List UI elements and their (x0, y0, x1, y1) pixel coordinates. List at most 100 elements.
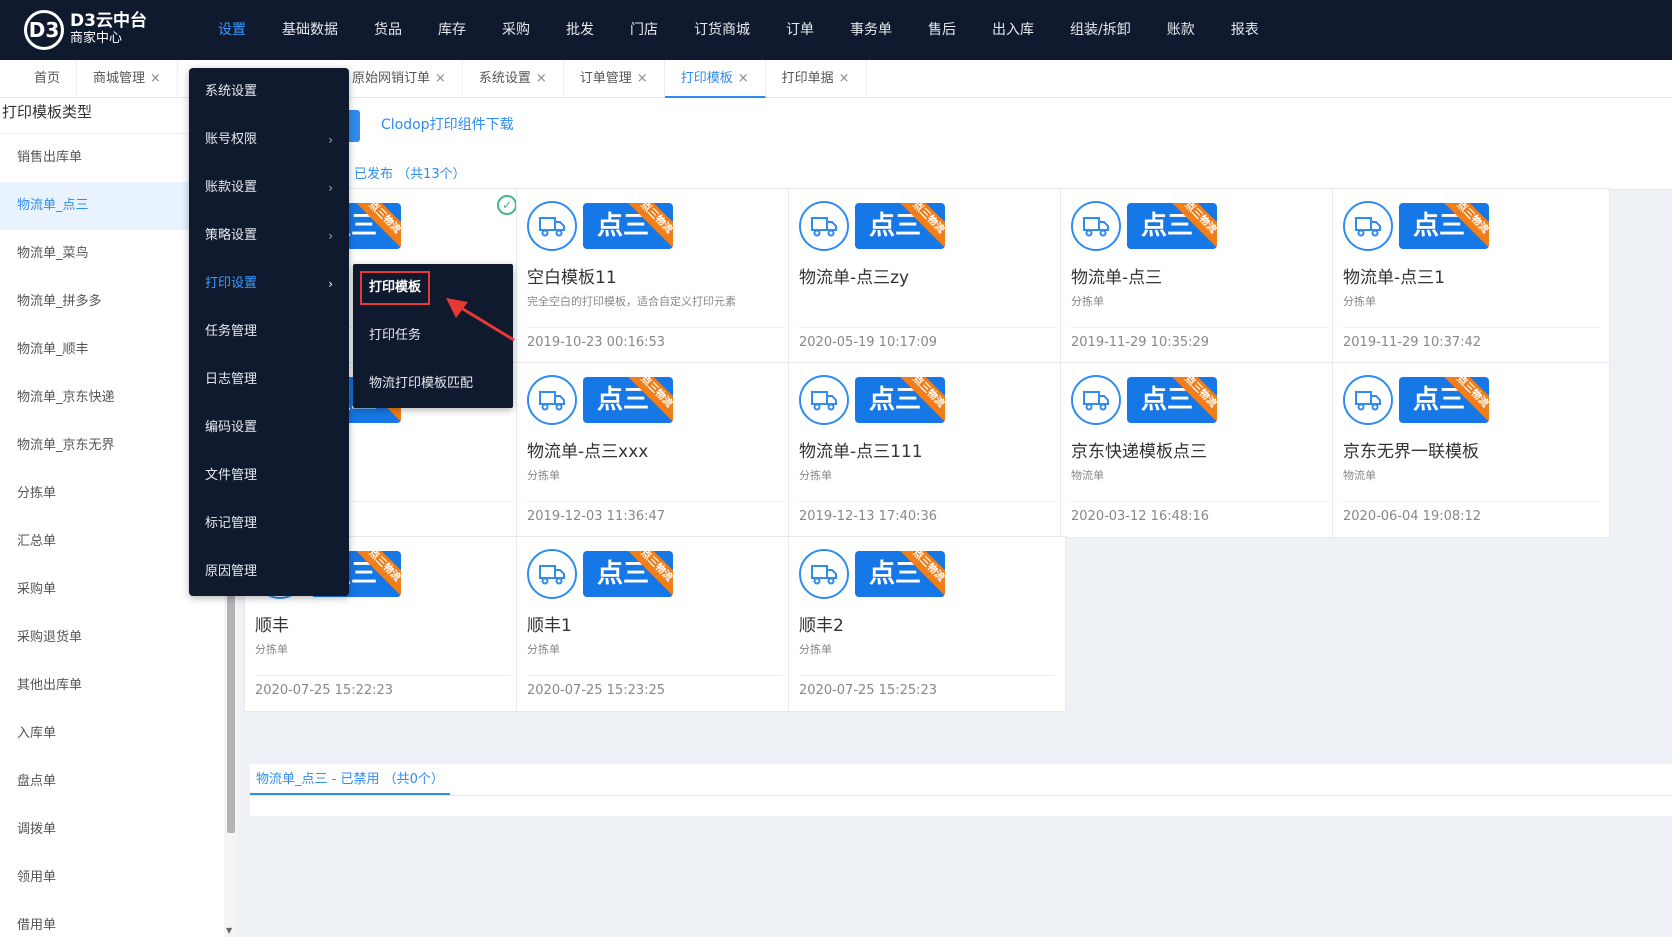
sidebar-item[interactable]: 采购退货单 (0, 614, 237, 662)
nav-item-2[interactable]: 货品 (356, 0, 420, 60)
menu-item-6[interactable]: 日志管理 (189, 356, 349, 404)
card-divider (1071, 327, 1327, 328)
clodop-download-link[interactable]: Clodop打印组件下载 (381, 114, 514, 134)
default-check-icon: ✓ (497, 195, 517, 215)
sidebar-item[interactable]: 调拨单 (0, 806, 237, 854)
nav-item-0[interactable]: 设置 (200, 0, 264, 60)
truck-icon (527, 549, 577, 599)
app-logo[interactable]: D3 D3云中台 商家中心 (0, 10, 200, 50)
card-icons: 点三点三物流 (799, 549, 945, 599)
card-subtitle: 分拣单 (799, 469, 832, 482)
menu-item-10[interactable]: 原因管理 (189, 548, 349, 596)
close-icon[interactable]: × (738, 71, 749, 86)
template-card[interactable]: 点三 点三物流 顺丰2 分拣单 2020-07-25 15:25:23 (788, 536, 1066, 712)
template-card[interactable]: 点三 点三物流 京东快递模板点三 物流单 2020-03-12 16:48:16 (1060, 362, 1338, 538)
card-divider (799, 675, 1055, 676)
template-card[interactable]: 点三 点三物流 顺丰1 分拣单 2020-07-25 15:23:25 (516, 536, 794, 712)
menu-item-8[interactable]: 文件管理 (189, 452, 349, 500)
close-icon[interactable]: × (150, 71, 161, 86)
template-card[interactable]: 点三 点三物流 物流单-点三xxx 分拣单 2019-12-03 11:36:47 (516, 362, 794, 538)
close-icon[interactable]: × (637, 71, 648, 86)
disabled-tab[interactable]: 物流单_点三 - 已禁用 （共0个） (250, 768, 450, 795)
template-card[interactable]: 点三 点三物流 空白模板11 完全空白的打印模板，适合自定义打印元素 2019-10-2… (516, 188, 794, 364)
dian-san-logo-icon: 点三点三物流 (1127, 377, 1217, 423)
tab-3[interactable]: 系统设置 × (463, 60, 564, 98)
card-divider (527, 675, 783, 676)
card-title: 顺丰2 (799, 616, 844, 636)
dian-san-logo-icon: 点三点三物流 (1399, 377, 1489, 423)
nav-item-9[interactable]: 事务单 (832, 0, 910, 60)
card-title: 顺丰1 (527, 616, 572, 636)
tab-4[interactable]: 订单管理 × (564, 60, 665, 98)
chevron-right-icon: › (328, 133, 333, 147)
tab-2[interactable]: 原始网销订单 × (336, 60, 463, 98)
card-divider (799, 327, 1055, 328)
sidebar-item[interactable]: 借用单 (0, 902, 237, 937)
nav-item-14[interactable]: 报表 (1213, 0, 1277, 60)
card-subtitle: 物流单 (1071, 469, 1104, 482)
card-date: 2020-07-25 15:23:25 (527, 683, 666, 698)
brand-name: D3云中台 (70, 11, 147, 31)
template-card[interactable]: 点三 点三物流 物流单-点三1 分拣单 2019-11-29 10:37:42 (1332, 188, 1610, 364)
tab-label: 打印模板 (680, 71, 733, 86)
nav-item-1[interactable]: 基础数据 (264, 0, 356, 60)
chevron-right-icon: › (328, 229, 333, 243)
nav-item-3[interactable]: 库存 (420, 0, 484, 60)
menu-item-label: 账号权限 (205, 132, 258, 147)
card-icons: 点三点三物流 (799, 201, 945, 251)
menu-item-4[interactable]: 打印设置 › (189, 260, 349, 308)
published-tab[interactable]: 已发布 （共13个） (348, 163, 472, 190)
menu-item-2[interactable]: 账款设置 › (189, 164, 349, 212)
card-title: 空白模板11 (527, 268, 617, 288)
sidebar-item[interactable]: 其他出库单 (0, 662, 237, 710)
truck-icon (1071, 201, 1121, 251)
toolbar: Clodop打印组件下载 (238, 98, 1672, 160)
main-content: Clodop打印组件下载 已发布 （共13个） ✓ 点三 点三物流 点三 点三物流 空白模… (238, 98, 1672, 937)
close-icon[interactable]: × (536, 71, 547, 86)
menu-item-label: 编码设置 (205, 420, 258, 435)
card-date: 2020-03-12 16:48:16 (1071, 509, 1210, 524)
card-date: 2019-12-03 11:36:47 (527, 509, 666, 524)
card-divider (527, 501, 783, 502)
tab-0[interactable]: 首页 (18, 60, 78, 98)
menu-item-3[interactable]: 策略设置 › (189, 212, 349, 260)
template-card[interactable]: 点三 点三物流 物流单-点三zy 2020-05-19 10:17:09 (788, 188, 1066, 364)
card-title: 物流单-点三 (1071, 268, 1163, 288)
truck-icon (799, 549, 849, 599)
card-title: 物流单-点三111 (799, 442, 923, 462)
sidebar-item[interactable]: 盘点单 (0, 758, 237, 806)
main-nav: 设置 基础数据 货品 库存 采购 批发 门店 订货商城 订单 事务单 售后 出入库 组装/拆卸 账款 报表 (200, 0, 1277, 60)
dian-san-logo-icon: 点三点三物流 (583, 551, 673, 597)
annotation-arrow-icon (446, 298, 515, 342)
sidebar-item[interactable]: 入库单 (0, 710, 237, 758)
tab-6[interactable]: 打印单据 × (766, 60, 867, 98)
card-divider (255, 675, 511, 676)
menu-item-1[interactable]: 账号权限 › (189, 116, 349, 164)
menu-item-0[interactable]: 系统设置 (189, 68, 349, 116)
submenu-item-2[interactable]: 物流打印模板匹配 (353, 360, 513, 408)
nav-item-13[interactable]: 账款 (1149, 0, 1213, 60)
nav-item-5[interactable]: 批发 (548, 0, 612, 60)
nav-item-10[interactable]: 售后 (910, 0, 974, 60)
close-icon[interactable]: × (839, 71, 850, 86)
nav-item-11[interactable]: 出入库 (974, 0, 1052, 60)
nav-item-6[interactable]: 门店 (612, 0, 676, 60)
tab-1[interactable]: 商城管理 × (77, 60, 178, 98)
nav-item-8[interactable]: 订单 (768, 0, 832, 60)
nav-item-12[interactable]: 组装/拆卸 (1052, 0, 1149, 60)
nav-item-7[interactable]: 订货商城 (676, 0, 768, 60)
scroll-down-icon[interactable]: ▼ (226, 926, 232, 935)
published-section-header: 已发布 （共13个） (250, 160, 1672, 190)
nav-item-4[interactable]: 采购 (484, 0, 548, 60)
template-card[interactable]: 点三 点三物流 物流单-点三111 分拣单 2019-12-13 17:40:36 (788, 362, 1066, 538)
menu-item-5[interactable]: 任务管理 (189, 308, 349, 356)
close-icon[interactable]: × (435, 71, 446, 86)
template-card[interactable]: 点三 点三物流 物流单-点三 分拣单 2019-11-29 10:35:29 (1060, 188, 1338, 364)
card-subtitle: 分拣单 (799, 643, 832, 656)
menu-item-7[interactable]: 编码设置 (189, 404, 349, 452)
tab-5[interactable]: 打印模板 × (664, 60, 766, 98)
menu-item-9[interactable]: 标记管理 (189, 500, 349, 548)
sidebar-item[interactable]: 领用单 (0, 854, 237, 902)
card-title: 物流单-点三1 (1343, 268, 1445, 288)
template-card[interactable]: 点三 点三物流 京东无界一联模板 物流单 2020-06-04 19:08:12 (1332, 362, 1610, 538)
